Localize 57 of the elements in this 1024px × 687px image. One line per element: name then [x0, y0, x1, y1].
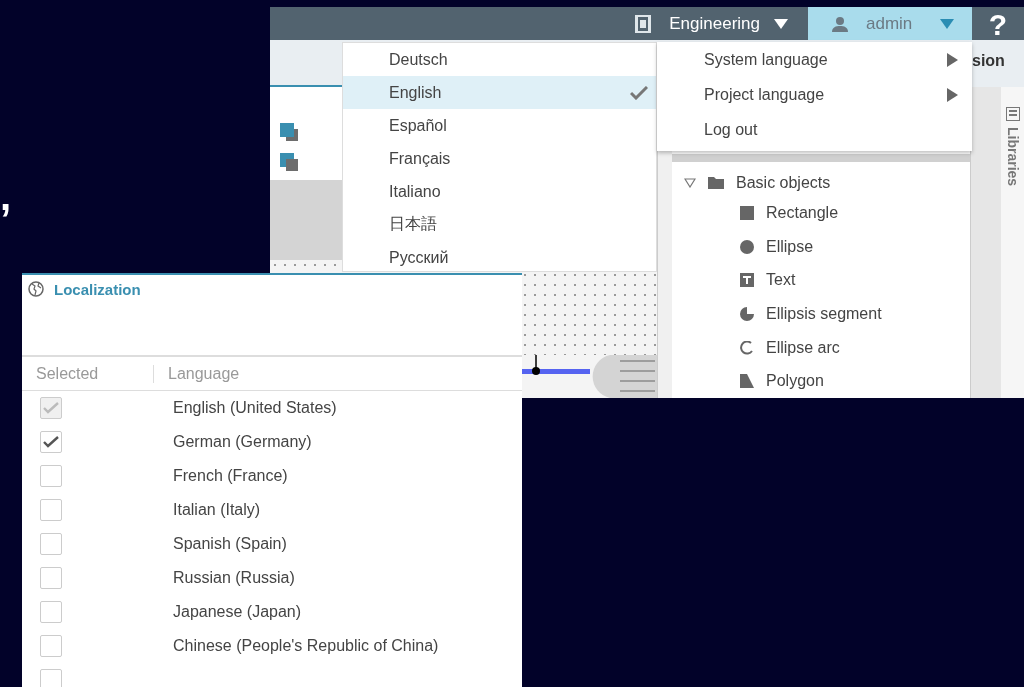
project-dropdown[interactable]: Engineering	[669, 7, 808, 40]
polygon-icon	[740, 374, 754, 389]
tree-item[interactable]: Ellipse	[766, 237, 814, 256]
checkbox[interactable]	[40, 669, 62, 687]
text-tool-icon	[740, 273, 754, 288]
tree-item[interactable]: Ellipsis segment	[766, 305, 882, 323]
table-cell: German (Germany)	[173, 433, 312, 451]
check-icon	[630, 85, 648, 100]
caret-icon	[940, 18, 954, 29]
globe-icon	[28, 281, 44, 297]
circle-icon	[740, 239, 754, 254]
checkbox[interactable]	[40, 567, 62, 589]
caret-icon	[774, 18, 788, 29]
language-menu-item[interactable]: Español	[343, 109, 656, 142]
checkbox[interactable]	[40, 465, 62, 487]
language-menu-item[interactable]: Français	[343, 142, 656, 175]
language-menu-item[interactable]: Italiano	[343, 175, 656, 208]
square-icon	[740, 206, 754, 221]
tree-item[interactable]: Rectangle	[766, 204, 839, 223]
submenu-arrow-icon	[947, 52, 958, 67]
language-menu-item[interactable]: Deutsch	[343, 43, 656, 76]
table-cell: Spanish (Spain)	[173, 535, 287, 553]
arc-icon	[740, 340, 754, 355]
pie-segment-icon	[740, 307, 754, 321]
table-cell: English (United States)	[173, 399, 337, 417]
table-cell: French (France)	[173, 467, 288, 485]
submenu-arrow-icon	[947, 87, 958, 102]
table-cell: Chinese (People's Republic of China)	[173, 637, 439, 655]
tree-item[interactable]: Polygon	[766, 372, 824, 391]
checkbox[interactable]	[40, 533, 62, 555]
project-icon	[635, 14, 652, 33]
checkbox[interactable]	[40, 431, 62, 453]
user-menu-item[interactable]: System language	[657, 42, 972, 77]
checkbox[interactable]	[40, 635, 62, 657]
language-menu-item[interactable]: English	[343, 76, 656, 109]
user-menu-item[interactable]: Log out	[657, 112, 972, 147]
language-menu-item[interactable]: Русский	[343, 241, 656, 271]
expand-triangle-icon[interactable]	[684, 178, 696, 189]
side-tab[interactable]: Libraries	[1004, 127, 1021, 187]
table-cell: Russian (Russia)	[173, 569, 295, 587]
language-menu-item[interactable]: 日本語	[343, 208, 656, 241]
folder-icon	[708, 177, 724, 190]
tree-item[interactable]: Ellipse arc	[766, 338, 840, 357]
send-back-icon[interactable]	[280, 153, 300, 173]
tree-item[interactable]: Text	[766, 271, 796, 290]
panel-title: Localization	[54, 281, 141, 298]
checkbox[interactable]	[40, 601, 62, 623]
library-icon[interactable]	[1005, 107, 1020, 121]
tree-item[interactable]: Basic objects	[736, 174, 831, 193]
tab-label[interactable]: sion	[972, 52, 1005, 70]
table-cell: Italian (Italy)	[173, 501, 261, 519]
bring-front-icon[interactable]	[280, 123, 300, 143]
user-menu-item[interactable]: Project language	[657, 77, 972, 112]
fragment-text: ,	[0, 176, 12, 216]
checkbox[interactable]	[40, 499, 62, 521]
table-cell: Japanese (Japan)	[173, 603, 302, 621]
user-icon	[832, 15, 848, 32]
